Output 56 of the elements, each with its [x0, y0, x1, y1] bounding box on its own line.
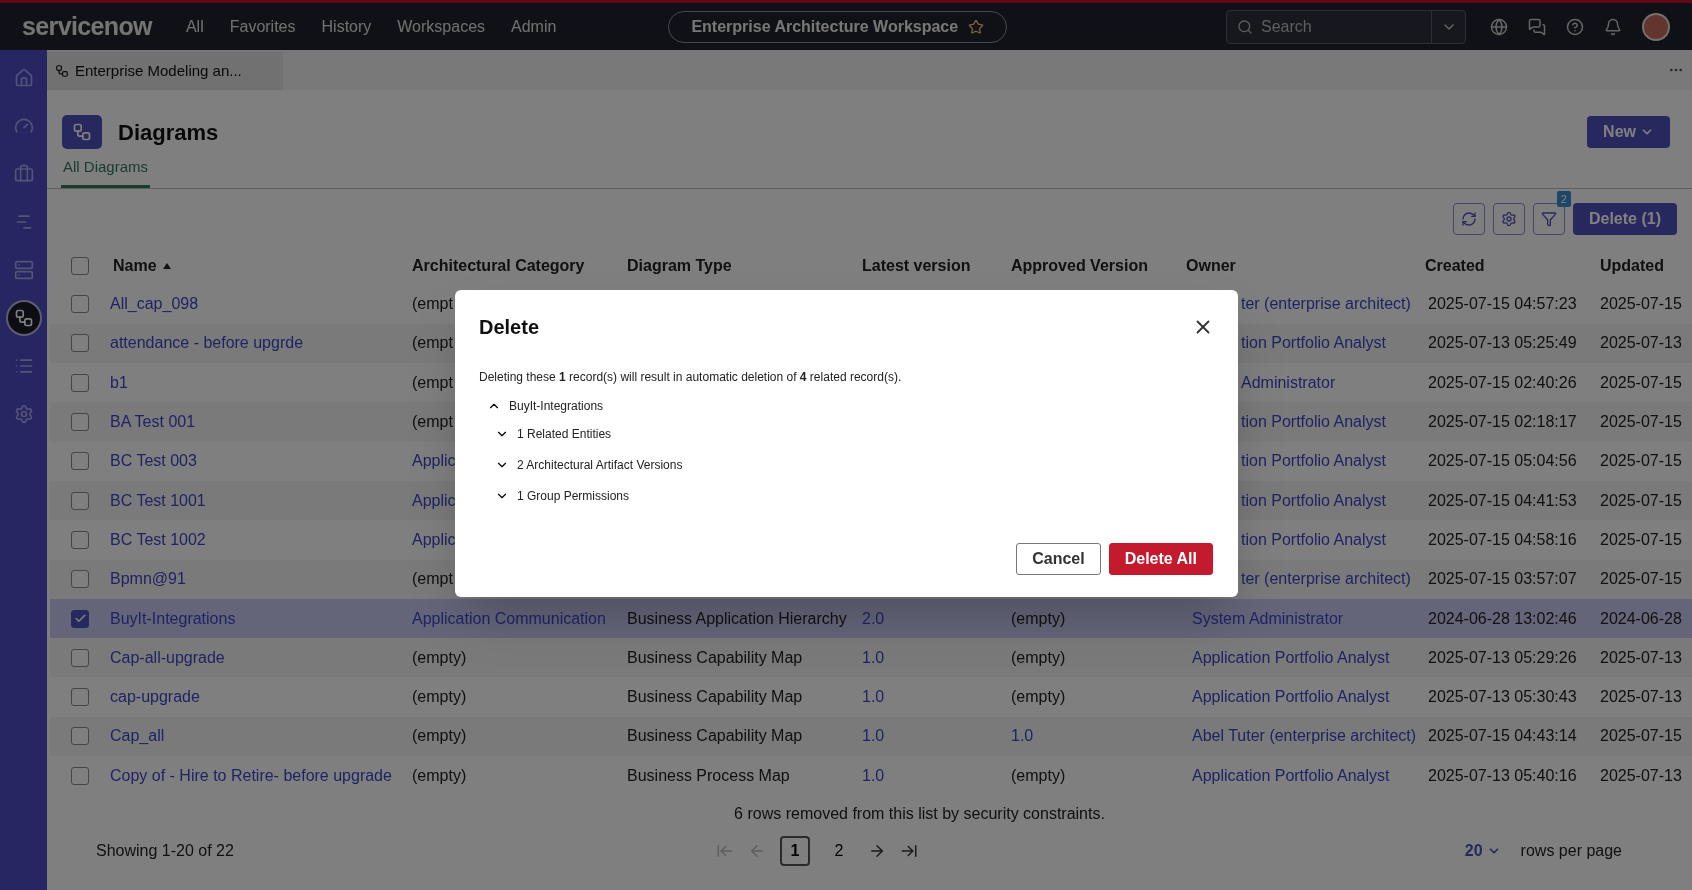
showing-count: Showing 1-20 of 22: [96, 841, 235, 862]
category: (empty): [412, 766, 467, 784]
approved-version: (empty): [1011, 688, 1066, 706]
updated-date: 2025-07-15: [1600, 451, 1683, 472]
created-date: 2024-06-28 13:02:46: [1427, 608, 1578, 629]
workspace-title: Enterprise Architecture Workspace: [691, 16, 959, 37]
category: (empt: [412, 373, 453, 391]
category: (empt: [412, 570, 453, 588]
filter-count-badge: 2: [1556, 190, 1571, 207]
tree-label: 1 Related Entities: [517, 425, 612, 443]
updated-date: 2025-07-13: [1600, 765, 1683, 786]
created-date: 2025-07-15 04:43:14: [1427, 726, 1578, 747]
security-notice: 6 rows removed from this list by security constraints.: [734, 804, 1105, 825]
created-date: 2025-07-15 05:04:56: [1427, 451, 1578, 472]
category: (empty): [412, 727, 467, 745]
created-date: 2025-07-15 02:40:26: [1427, 372, 1578, 393]
page-title: Diagrams: [118, 118, 219, 147]
updated-date: 2025-07-15: [1600, 569, 1683, 590]
approved-version: (empty): [1011, 648, 1066, 666]
created-date: 2025-07-13 05:30:43: [1427, 687, 1578, 708]
updated-date: 2025-07-15: [1600, 372, 1683, 393]
created-date: 2025-07-15 04:58:16: [1427, 529, 1578, 550]
created-date: 2025-07-13 05:40:16: [1427, 765, 1578, 786]
updated-date: 2025-07-13: [1600, 333, 1683, 354]
tree-label: 1 Group Permissions: [517, 487, 630, 505]
diagram-type: Business Application Hierarchy: [627, 609, 847, 627]
diagram-type: Business Capability Map: [627, 648, 803, 666]
updated-date: 2025-07-15: [1600, 490, 1683, 511]
approved-version: (empty): [1011, 609, 1066, 627]
updated-date: 2024-06-28: [1600, 608, 1683, 629]
category: (empt: [412, 413, 453, 431]
updated-date: 2025-07-13: [1600, 647, 1683, 668]
updated-date: 2025-07-15: [1600, 412, 1683, 433]
tab-label: Enterprise Modeling an...: [75, 60, 242, 81]
created-date: 2025-07-15 04:57:23: [1427, 294, 1578, 315]
updated-date: 2025-07-15: [1600, 294, 1683, 315]
rows-per-page-label: rows per page: [1520, 841, 1622, 862]
diagram-type: Business Capability Map: [627, 727, 803, 745]
category: (empt: [412, 295, 453, 313]
tree-label: BuyIt-Integrations: [509, 398, 604, 415]
diagram-type: Business Capability Map: [627, 688, 803, 706]
updated-date: 2025-07-15: [1600, 726, 1683, 747]
created-date: 2025-07-13 05:25:49: [1427, 333, 1578, 354]
category: (empty): [412, 688, 467, 706]
created-date: 2025-07-15 03:57:07: [1427, 569, 1578, 590]
approved-version: (empty): [1011, 766, 1066, 784]
created-date: 2025-07-13 05:29:26: [1427, 647, 1578, 668]
created-date: 2025-07-15 02:18:17: [1427, 412, 1578, 433]
tree-label: 2 Architectural Artifact Versions: [517, 456, 683, 474]
category: (empt: [412, 334, 453, 352]
diagram-type: Business Process Map: [627, 766, 790, 784]
category: (empty): [412, 648, 467, 666]
updated-date: 2025-07-15: [1600, 529, 1683, 550]
dialog-message: Deleting these 1 record(s) will result in automatic deletion of 4 related record(s).: [479, 369, 903, 386]
updated-date: 2025-07-13: [1600, 687, 1683, 708]
created-date: 2025-07-15 04:41:53: [1427, 490, 1578, 511]
